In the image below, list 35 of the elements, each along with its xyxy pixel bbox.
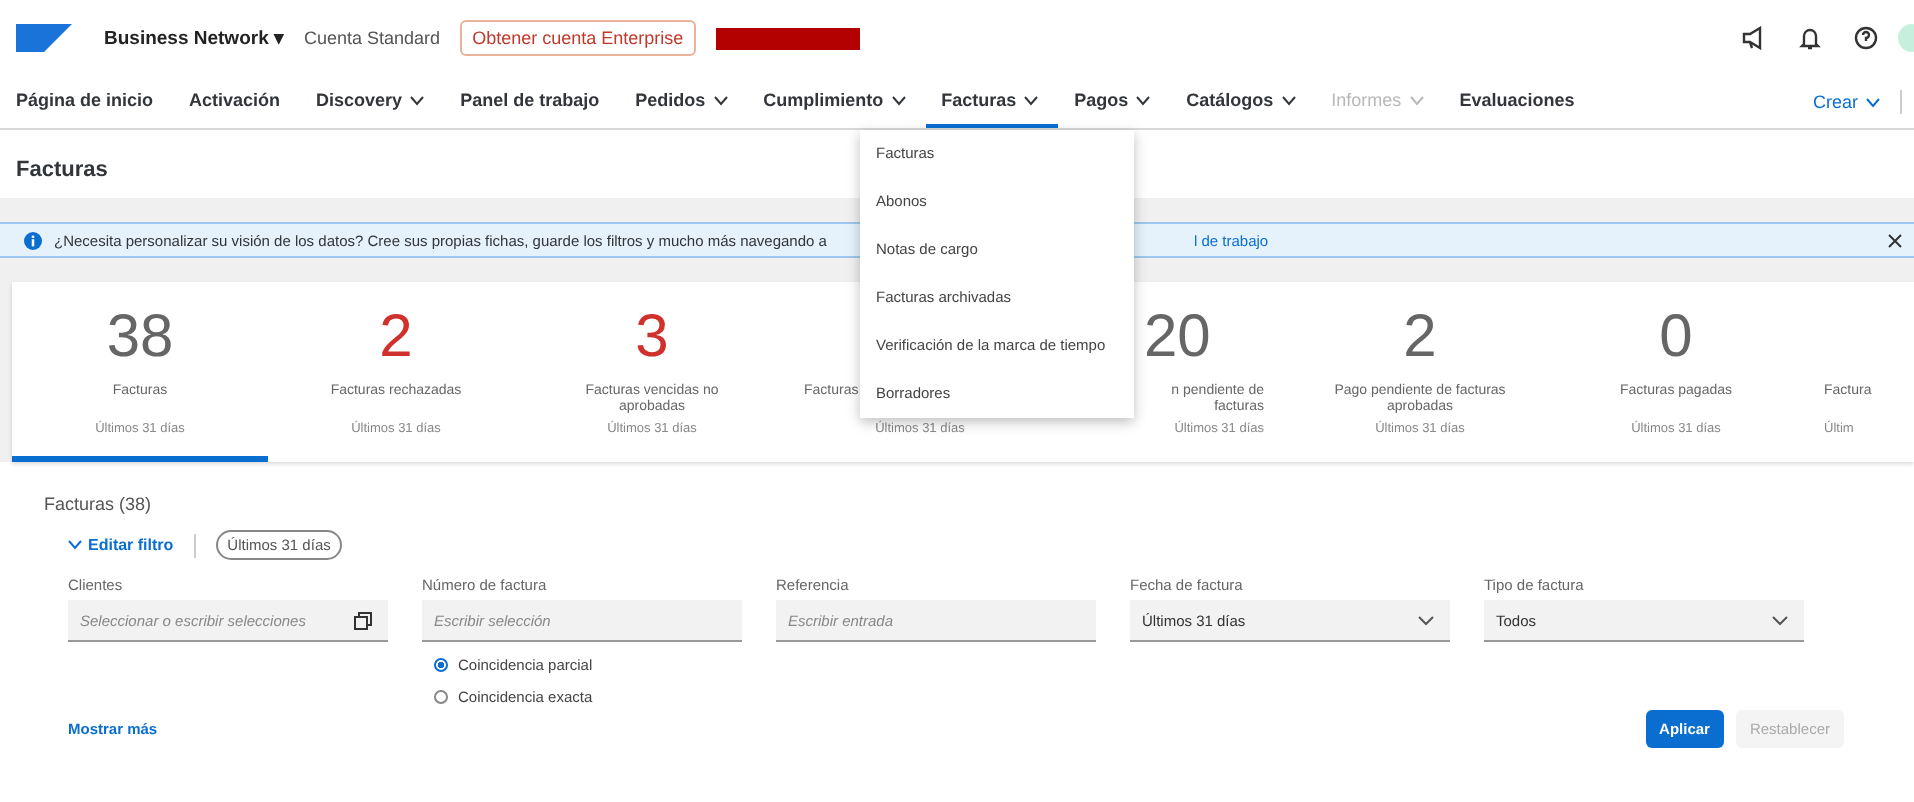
tile-count: 20	[1144, 306, 1211, 370]
nav-tab[interactable]: Panel de trabajo	[444, 76, 620, 128]
page-title: Facturas	[16, 158, 108, 182]
close-icon[interactable]	[1888, 233, 1902, 247]
chevron-icon	[68, 540, 82, 550]
chevron-icon	[1418, 615, 1434, 625]
edit-filter-link[interactable]: Editar filtro	[68, 536, 174, 554]
chevron-icon	[1866, 97, 1880, 107]
sap-logo[interactable]	[16, 24, 72, 52]
help-icon[interactable]	[1854, 26, 1878, 50]
info-icon	[24, 231, 42, 249]
chevron-icon	[1772, 615, 1788, 625]
account-type: Cuenta Standard	[304, 28, 441, 48]
tile-count: 2	[379, 306, 413, 370]
nav-tab[interactable]: Evaluaciones	[1443, 76, 1595, 128]
upgrade-button[interactable]: Obtener cuenta Enterprise	[460, 20, 696, 56]
product-switcher[interactable]: Business Network ▾	[104, 26, 284, 50]
bell-icon[interactable]	[1798, 26, 1822, 50]
tile-count: 0	[1659, 306, 1693, 370]
megaphone-icon[interactable]	[1742, 26, 1766, 50]
nav-tab[interactable]: Catálogos	[1170, 76, 1316, 128]
nav-tab[interactable]: Cumplimiento	[747, 76, 926, 128]
radio-button[interactable]	[434, 690, 448, 704]
radio-button[interactable]	[434, 658, 448, 672]
nav-tab[interactable]: Discovery	[300, 76, 445, 128]
nav-tab[interactable]: Activación	[173, 76, 301, 128]
results-heading: Facturas (38)	[44, 494, 154, 514]
nav-tab[interactable]: Página de inicio	[16, 76, 174, 128]
create-menu[interactable]: Crear	[1812, 92, 1880, 112]
copy-icon	[354, 611, 372, 629]
tile-count: 38	[106, 306, 174, 370]
tile-count: 3	[635, 306, 669, 370]
tile-count: 2	[1403, 306, 1437, 370]
nav-tab[interactable]: Pedidos	[619, 76, 748, 128]
nav-tab[interactable]: Pagos	[1058, 76, 1171, 128]
